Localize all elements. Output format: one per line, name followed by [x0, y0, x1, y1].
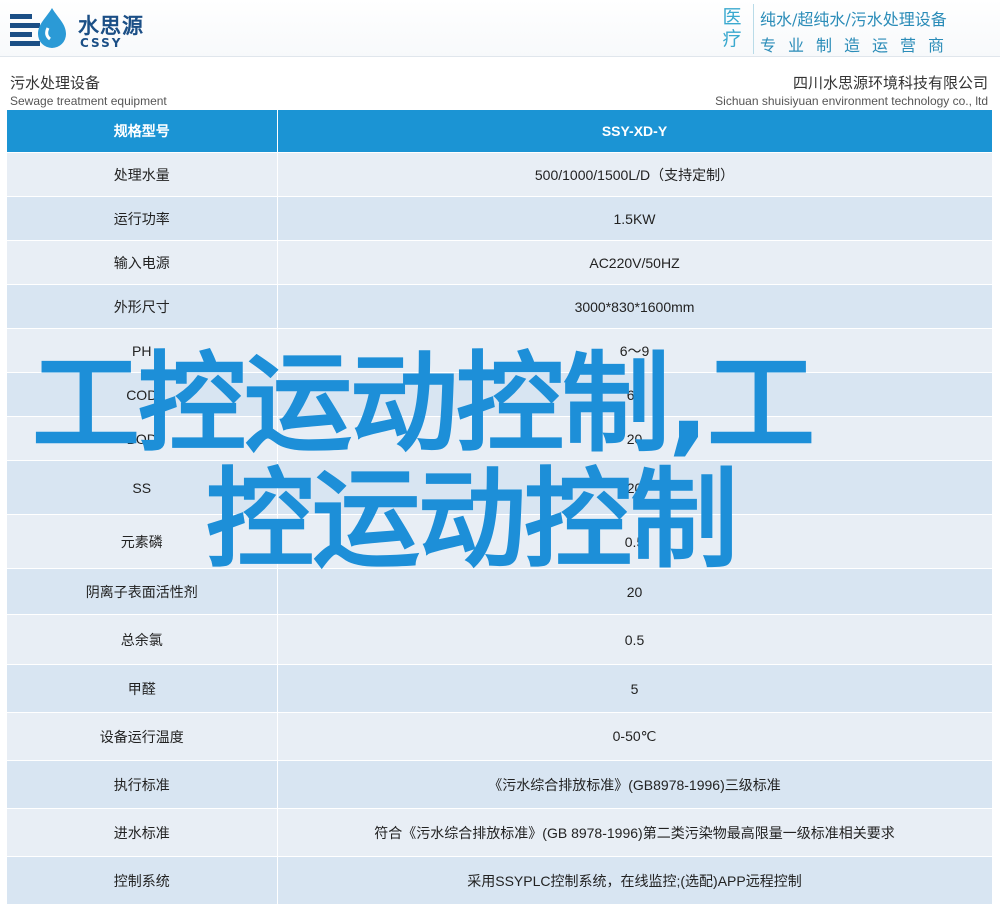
slogan-line-1: 纯水/超纯水/污水处理设备 — [760, 10, 947, 29]
top-banner: 水思源 CSSY 医疗 纯水/超纯水/污水处理设备 专业制造运营商 — [0, 0, 1000, 57]
company-logo[interactable]: 水思源 CSSY — [8, 6, 148, 50]
table-row: 设备运行温度 0-50℃ — [7, 712, 993, 761]
spec-label: 设备运行温度 — [7, 712, 278, 761]
table-row: 阴离子表面活性剂 20 — [7, 568, 993, 615]
spec-label: 元素磷 — [7, 514, 278, 569]
spec-value: 500/1000/1500L/D（支持定制） — [277, 152, 993, 197]
spec-value: 1.5KW — [277, 196, 993, 241]
table-header-cell: SSY-XD-Y — [277, 110, 993, 153]
spec-label: 输入电源 — [7, 240, 278, 285]
spec-value: 0-50℃ — [277, 712, 993, 761]
table-row: BOD 20 — [7, 416, 993, 461]
water-drop-logo-icon — [10, 8, 66, 48]
spec-value: 20 — [277, 568, 993, 615]
table-row: 运行功率 1.5KW — [7, 196, 993, 241]
slogan-line-2: 专业制造运营商 — [760, 36, 957, 55]
table-row: 元素磷 0.5 — [7, 514, 993, 569]
spec-label: BOD — [7, 416, 278, 461]
spec-value: 符合《污水综合排放标准》(GB 8978-1996)第二类污染物最高限量一级标准… — [277, 808, 993, 857]
table-row: 处理水量 500/1000/1500L/D（支持定制） — [7, 152, 993, 197]
spec-label: 甲醛 — [7, 664, 278, 713]
table-header-row: 规格型号 SSY-XD-Y — [7, 110, 993, 153]
spec-label: 控制系统 — [7, 856, 278, 905]
header-slogan-area: 医疗 纯水/超纯水/污水处理设备 专业制造运营商 — [722, 4, 992, 55]
spec-value: 3000*830*1600mm — [277, 284, 993, 329]
table-row: 甲醛 5 — [7, 664, 993, 713]
spec-label: 处理水量 — [7, 152, 278, 197]
spec-label: 运行功率 — [7, 196, 278, 241]
company-name-en: Sichuan shuisiyuan environment technolog… — [715, 94, 988, 108]
spec-table: 规格型号 SSY-XD-Y 处理水量 500/1000/1500L/D（支持定制… — [7, 110, 993, 905]
spec-label: 阴离子表面活性剂 — [7, 568, 278, 615]
product-title-en: Sewage treatment equipment — [10, 94, 167, 108]
spec-label: 总余氯 — [7, 614, 278, 665]
slogan-box: 纯水/超纯水/污水处理设备 专业制造运营商 — [753, 4, 992, 55]
spec-value: 20 — [277, 460, 993, 515]
spec-value: 60 — [277, 372, 993, 417]
spec-label: SS — [7, 460, 278, 515]
spec-label: COD — [7, 372, 278, 417]
table-row: 输入电源 AC220V/50HZ — [7, 240, 993, 285]
table-row: 外形尺寸 3000*830*1600mm — [7, 284, 993, 329]
spec-value: 20 — [277, 416, 993, 461]
spec-value: 0.5 — [277, 614, 993, 665]
company-name-cn: 四川水思源环境科技有限公司 — [792, 74, 988, 92]
table-row: PH 6～9 — [7, 328, 993, 373]
table-row: COD 60 — [7, 372, 993, 417]
medical-label: 医疗 — [722, 6, 742, 50]
table-row: 控制系统 采用SSYPLC控制系统，在线监控;(选配)APP远程控制 — [7, 856, 993, 905]
spec-label: 进水标准 — [7, 808, 278, 857]
spec-value: AC220V/50HZ — [277, 240, 993, 285]
spec-value: 6～9 — [277, 328, 993, 373]
table-row: 执行标准 《污水综合排放标准》(GB8978-1996)三级标准 — [7, 760, 993, 809]
spec-value: 采用SSYPLC控制系统，在线监控;(选配)APP远程控制 — [277, 856, 993, 905]
table-header-cell: 规格型号 — [7, 110, 278, 153]
spec-value: 5 — [277, 664, 993, 713]
logo-english-name: CSSY — [80, 36, 123, 50]
table-row: 进水标准 符合《污水综合排放标准》(GB 8978-1996)第二类污染物最高限… — [7, 808, 993, 857]
spec-label: 执行标准 — [7, 760, 278, 809]
spec-value: 0.5 — [277, 514, 993, 569]
spec-label: 外形尺寸 — [7, 284, 278, 329]
table-row: SS 20 — [7, 460, 993, 515]
table-row: 总余氯 0.5 — [7, 614, 993, 665]
product-title-cn: 污水处理设备 — [10, 74, 101, 92]
spec-value: 《污水综合排放标准》(GB8978-1996)三级标准 — [277, 760, 993, 809]
spec-label: PH — [7, 328, 278, 373]
